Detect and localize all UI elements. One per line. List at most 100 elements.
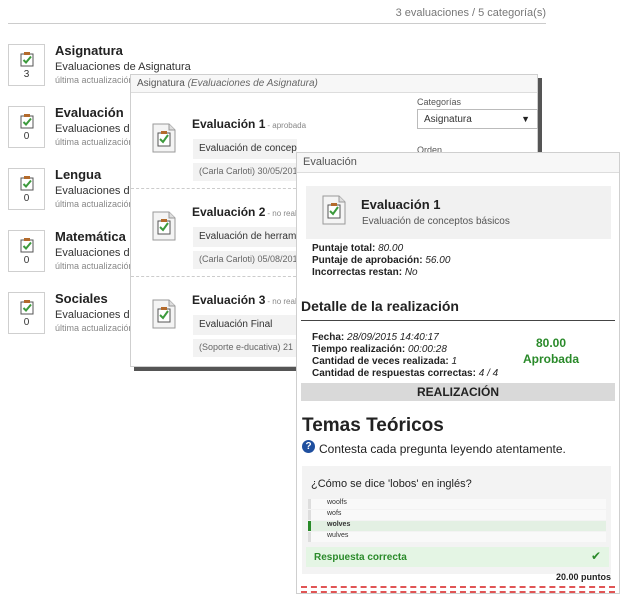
score-status: Aprobada [522, 352, 579, 366]
category-title[interactable]: Asignatura [55, 43, 123, 58]
incorrectas-value: No [404, 267, 418, 278]
category-updated: última actualización [55, 199, 134, 209]
evaluation-document-icon [152, 211, 176, 241]
category-description: Evaluaciones de [55, 185, 136, 197]
cantidad-correctas: Cantidad de respuestas correctas: 4 / 4 [312, 368, 498, 379]
puntaje-aprobacion-value: 56.00 [425, 255, 451, 266]
cantidad-veces: Cantidad de veces realizada: 1 [312, 356, 457, 367]
correctas-value: 4 / 4 [478, 368, 499, 379]
category-badge: 0 [8, 230, 45, 272]
evaluation-document-icon [152, 299, 176, 329]
list-divider [131, 276, 296, 277]
evaluation-title[interactable]: Evaluación 1- aprobada [192, 117, 306, 131]
checklist-icon [20, 52, 34, 67]
fecha-label: Fecha: [312, 332, 345, 343]
category-title[interactable]: Matemática [55, 229, 126, 244]
checklist-icon [20, 114, 34, 129]
category-badge: 0 [8, 106, 45, 148]
answer-result-label: Respuesta correcta [314, 552, 407, 563]
category-count: 0 [23, 131, 30, 142]
question-box: ¿Cómo se dice 'lobos' en inglés? woolfs … [302, 466, 611, 574]
category-updated: última actualización [55, 75, 134, 85]
list-divider [131, 188, 296, 189]
category-updated: última actualización [55, 261, 134, 271]
score-block: 80.00 Aprobada [511, 336, 591, 366]
answer-option[interactable]: woolfs [308, 499, 606, 509]
evaluation-description: Evaluación Final [193, 315, 297, 335]
evaluation-title: Evaluación 1 [361, 197, 441, 212]
panel-header: Evaluación [297, 153, 619, 173]
answer-option[interactable]: wulves [308, 532, 606, 542]
evaluation-description: Evaluación de herramientas [193, 227, 297, 247]
puntaje-aprobacion-label: Puntaje de aprobación: [312, 255, 423, 266]
evaluation-document-icon [152, 123, 176, 153]
category-badge: 0 [8, 292, 45, 334]
evaluation-title-text[interactable]: Evaluación 2 [192, 205, 265, 219]
checklist-icon [20, 300, 34, 315]
panel-title-paren: (Evaluaciones de Asignatura) [187, 78, 318, 89]
points: 20.00 puntos [555, 572, 611, 582]
puntaje-total-value: 80.00 [378, 243, 404, 254]
categoria-select[interactable]: Asignatura ▼ [417, 109, 538, 129]
evaluation-meta: (Carla Carloti) 05/08/2015 [193, 251, 297, 269]
fecha: Fecha: 28/09/2015 14:40:17 [312, 332, 439, 343]
category-badge: 0 [8, 168, 45, 210]
answer-option-selected[interactable]: wolves [308, 521, 606, 531]
evaluation-title-text[interactable]: Evaluación 3 [192, 293, 265, 307]
category-description: Evaluaciones de [55, 309, 136, 321]
section-divider [301, 320, 615, 321]
tiempo-realizacion: Tiempo realización: 00:00:28 [312, 344, 447, 355]
incorrectas-label: Incorrectas restan: [312, 267, 403, 278]
evaluation-title[interactable]: Evaluación 3- no real [192, 293, 297, 307]
instructions: Contesta cada pregunta leyendo atentamen… [319, 442, 566, 456]
checklist-icon [20, 176, 34, 191]
evaluation-status: - no real [267, 297, 297, 306]
category-updated: última actualización [55, 323, 134, 333]
evaluation-meta: (Carla Carloti) 30/05/2015 [193, 163, 297, 181]
category-title[interactable]: Lengua [55, 167, 101, 182]
answer-result: Respuesta correcta ✔ [306, 547, 609, 567]
dashed-separator [301, 586, 615, 588]
score-value: 80.00 [535, 336, 567, 350]
evaluation-title-text[interactable]: Evaluación 1 [192, 117, 265, 131]
categorias-label: Categorías [417, 97, 462, 107]
answer-option[interactable]: wofs [308, 510, 606, 520]
evaluation-detail-panel: Evaluación Evaluación 1 Evaluación de co… [296, 152, 620, 594]
evaluation-header: Evaluación 1 Evaluación de conceptos bás… [306, 186, 611, 239]
tiempo-value: 00:00:28 [407, 344, 447, 355]
help-icon[interactable]: ? [302, 440, 315, 453]
category-count: 0 [23, 255, 30, 266]
tiempo-label: Tiempo realización: [312, 344, 406, 355]
category-badge: 3 [8, 44, 45, 86]
category-updated: última actualización [55, 137, 134, 147]
top-divider [8, 23, 546, 24]
question-text: ¿Cómo se dice 'lobos' en inglés? [311, 478, 472, 490]
correctas-label: Cantidad de respuestas correctas: [312, 368, 476, 379]
category-description: Evaluaciones de [55, 123, 136, 135]
category-description: Evaluaciones de Asignatura [55, 61, 191, 73]
checklist-icon [20, 238, 34, 253]
category-title[interactable]: Sociales [55, 291, 108, 306]
evaluation-title[interactable]: Evaluación 2- no real [192, 205, 297, 219]
evaluation-description: Evaluación de conceptos básicos [193, 139, 297, 159]
answer-options: woolfs wofs wolves wulves [308, 499, 607, 545]
puntaje-total: Puntaje total: 80.00 [312, 243, 403, 254]
panel-title: Asignatura [137, 78, 185, 89]
category-description: Evaluaciones de [55, 247, 136, 259]
category-count: 0 [23, 317, 30, 328]
fecha-value: 28/09/2015 14:40:17 [347, 332, 439, 343]
dashed-separator [301, 591, 615, 593]
evaluation-document-icon [322, 195, 346, 225]
evaluation-status: - aprobada [267, 121, 307, 130]
evaluation-meta: (Soporte e-ducativa) 21 [193, 339, 297, 357]
section-title: Detalle de la realización [301, 298, 459, 314]
categoria-select-value: Asignatura [424, 114, 472, 125]
panel-title: Evaluación [303, 156, 357, 168]
category-title[interactable]: Evaluación [55, 105, 124, 120]
temas-teoricos-title: Temas Teóricos [302, 415, 444, 436]
veces-value: 1 [451, 356, 458, 367]
category-count: 3 [23, 69, 30, 80]
puntaje-aprobacion: Puntaje de aprobación: 56.00 [312, 255, 450, 266]
panel-header: Asignatura (Evaluaciones de Asignatura) [131, 75, 537, 93]
dropdown-arrow-icon: ▼ [521, 114, 530, 124]
